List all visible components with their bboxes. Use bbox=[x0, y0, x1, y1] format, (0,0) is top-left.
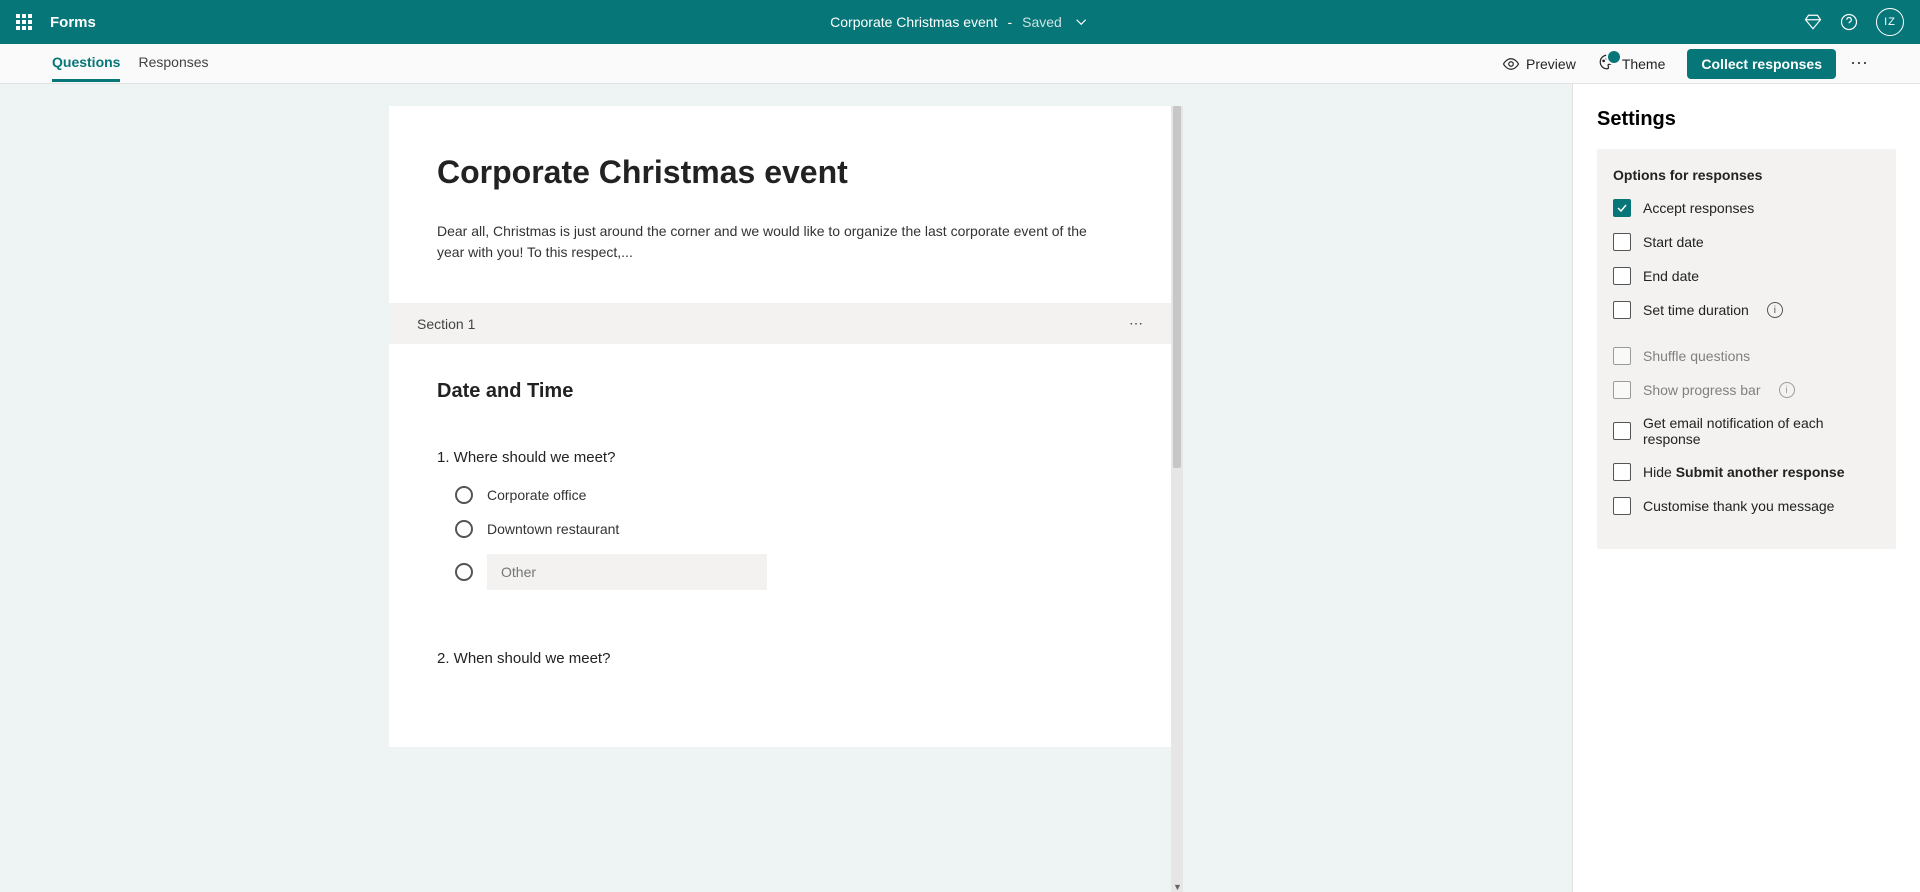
workspace: Corporate Christmas event Dear all, Chri… bbox=[0, 84, 1920, 892]
tab-responses[interactable]: Responses bbox=[138, 46, 208, 82]
radio-icon bbox=[455, 520, 473, 538]
help-icon[interactable] bbox=[1840, 13, 1858, 31]
opt-end-date[interactable]: End date bbox=[1613, 267, 1880, 285]
form-header-card[interactable]: Corporate Christmas event Dear all, Chri… bbox=[389, 106, 1171, 303]
settings-panel: Settings Options for responses Accept re… bbox=[1572, 84, 1920, 892]
preview-button[interactable]: Preview bbox=[1502, 55, 1576, 73]
checkbox-icon bbox=[1613, 463, 1631, 481]
opt-time-duration[interactable]: Set time duration i bbox=[1613, 301, 1880, 319]
eye-icon bbox=[1502, 55, 1520, 73]
checkbox-icon bbox=[1613, 347, 1631, 365]
checkbox-icon bbox=[1613, 497, 1631, 515]
form-description: Dear all, Christmas is just around the c… bbox=[437, 221, 1117, 263]
collect-responses-button[interactable]: Collect responses bbox=[1687, 49, 1836, 79]
palette-icon bbox=[1598, 53, 1616, 74]
settings-heading: Settings bbox=[1597, 108, 1896, 131]
more-actions-icon[interactable]: ⋯ bbox=[1850, 53, 1868, 74]
checkbox-icon bbox=[1613, 233, 1631, 251]
checkbox-icon bbox=[1613, 301, 1631, 319]
other-text-input[interactable] bbox=[487, 554, 767, 590]
account-avatar[interactable]: IZ bbox=[1876, 8, 1904, 36]
checkbox-icon bbox=[1613, 422, 1631, 440]
form-canvas: Corporate Christmas event Dear all, Chri… bbox=[389, 106, 1171, 892]
theme-button[interactable]: Theme bbox=[1598, 53, 1666, 74]
q1-option-2[interactable]: Downtown restaurant bbox=[455, 520, 1123, 538]
opt-progress-bar[interactable]: Show progress bar i bbox=[1613, 381, 1880, 399]
opt-custom-thank-you[interactable]: Customise thank you message bbox=[1613, 497, 1880, 515]
form-title: Corporate Christmas event bbox=[437, 154, 1123, 191]
question-1[interactable]: 1. Where should we meet? Corporate offic… bbox=[437, 449, 1123, 590]
opt-email-notification[interactable]: Get email notification of each response bbox=[1613, 415, 1880, 447]
panel-title: Options for responses bbox=[1613, 167, 1880, 183]
response-options-panel: Options for responses Accept responses S… bbox=[1597, 149, 1896, 549]
checkbox-icon bbox=[1613, 267, 1631, 285]
checkbox-icon bbox=[1613, 199, 1631, 217]
opt-start-date[interactable]: Start date bbox=[1613, 233, 1880, 251]
section-header[interactable]: Section 1 ⋯ bbox=[389, 303, 1171, 344]
save-state: Saved bbox=[1022, 14, 1062, 30]
radio-icon bbox=[455, 486, 473, 504]
q1-option-1[interactable]: Corporate office bbox=[455, 486, 1123, 504]
section-body: Date and Time 1. Where should we meet? C… bbox=[389, 344, 1171, 747]
canvas-scrollbar[interactable]: ▲ ▼ bbox=[1171, 106, 1183, 892]
question-2[interactable]: 2. When should we meet? bbox=[437, 650, 1123, 667]
command-bar: Questions Responses Preview Theme Collec… bbox=[0, 44, 1920, 84]
section-title: Date and Time bbox=[437, 380, 1123, 403]
question-text: 1. Where should we meet? bbox=[437, 449, 1123, 466]
document-title: Corporate Christmas event bbox=[830, 14, 997, 30]
info-icon[interactable]: i bbox=[1767, 302, 1783, 318]
app-bar: Forms Corporate Christmas event - Saved … bbox=[0, 0, 1920, 44]
scrollbar-thumb[interactable] bbox=[1173, 106, 1181, 468]
opt-hide-submit-another[interactable]: Hide Submit another response bbox=[1613, 463, 1880, 481]
document-title-group[interactable]: Corporate Christmas event - Saved bbox=[830, 13, 1090, 31]
scroll-down-icon: ▼ bbox=[1173, 882, 1182, 892]
q1-option-other[interactable] bbox=[455, 554, 1123, 590]
app-launcher-icon[interactable] bbox=[16, 14, 32, 30]
info-icon[interactable]: i bbox=[1779, 382, 1795, 398]
premium-diamond-icon[interactable] bbox=[1804, 13, 1822, 31]
tab-questions[interactable]: Questions bbox=[52, 46, 120, 82]
radio-icon bbox=[455, 563, 473, 581]
checkbox-icon bbox=[1613, 381, 1631, 399]
question-text: 2. When should we meet? bbox=[437, 650, 1123, 667]
opt-accept-responses[interactable]: Accept responses bbox=[1613, 199, 1880, 217]
app-brand[interactable]: Forms bbox=[50, 14, 96, 31]
section-label: Section 1 bbox=[417, 316, 475, 332]
opt-shuffle-questions[interactable]: Shuffle questions bbox=[1613, 347, 1880, 365]
form-canvas-area: Corporate Christmas event Dear all, Chri… bbox=[0, 84, 1572, 892]
section-more-icon[interactable]: ⋯ bbox=[1129, 315, 1143, 332]
chevron-down-icon bbox=[1072, 13, 1090, 31]
